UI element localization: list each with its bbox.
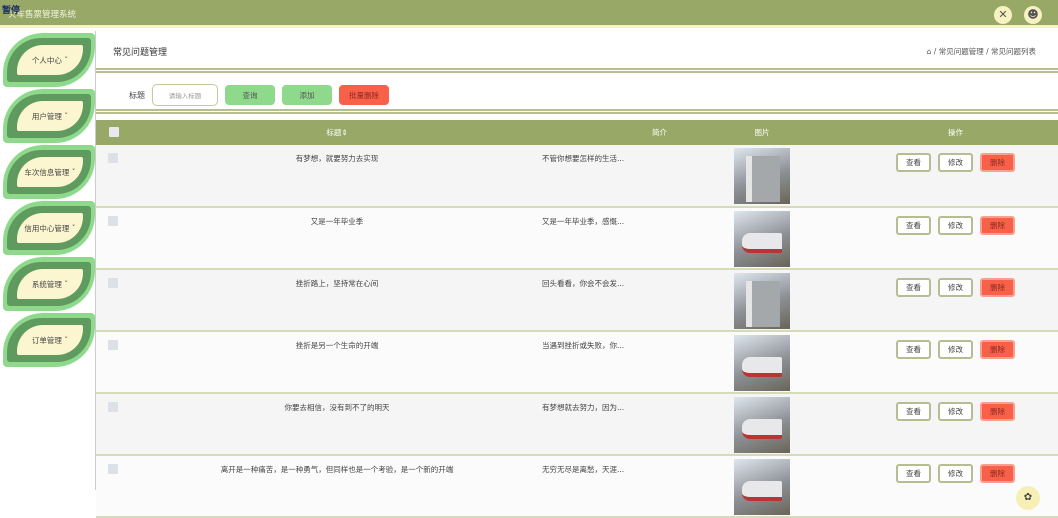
row-checkbox[interactable] [108, 278, 118, 288]
faq-table: 标题⇕ 简介 图片 操作 有梦想，就要努力去实现 不管你想要怎样的生活... 查… [96, 120, 1058, 518]
delete-button[interactable]: 删除 [980, 402, 1015, 421]
row-checkbox[interactable] [108, 402, 118, 412]
column-header-title[interactable]: 标题⇕ [132, 120, 542, 145]
column-header-ops: 操作 [852, 120, 1058, 145]
delete-button[interactable]: 删除 [980, 153, 1015, 172]
title-search-input[interactable]: 请输入标题 [152, 84, 218, 106]
edit-button[interactable]: 修改 [938, 340, 973, 359]
row-checkbox[interactable] [108, 216, 118, 226]
edit-button[interactable]: 修改 [938, 278, 973, 297]
delete-button[interactable]: 删除 [980, 216, 1015, 235]
pause-overlay: 暂停 [2, 6, 21, 16]
query-button[interactable]: 查询 [225, 85, 275, 105]
row-title: 你要去相信，没有到不了的明天 [132, 393, 542, 456]
table-row: 又是一年毕业季 又是一年毕业季，感慨... 查看 修改 删除 [96, 207, 1058, 270]
user-icon[interactable]: ☻ [1024, 6, 1042, 24]
table-row: 挫折是另一个生命的开端 当遇到挫折或失败，你... 查看 修改 删除 [96, 331, 1058, 394]
column-header-image: 图片 [672, 120, 852, 145]
row-intro: 不管你想要怎样的生活... [542, 145, 672, 208]
row-checkbox[interactable] [108, 340, 118, 350]
sidebar-item-train-management[interactable]: 车次信息管理 ˇ [3, 145, 95, 199]
train-image [734, 335, 790, 391]
delete-button[interactable]: 删除 [980, 464, 1015, 483]
select-all-checkbox[interactable] [109, 126, 119, 137]
delete-button[interactable]: 删除 [980, 340, 1015, 359]
view-button[interactable]: 查看 [896, 402, 931, 421]
row-intro: 又是一年毕业季，感慨... [542, 207, 672, 270]
sidebar: 个人中心 ˇ 用户管理 ˇ 车次信息管理 ˇ 信用中心管理 ˇ 系统管理 ˇ 订… [0, 31, 95, 490]
divider [96, 109, 1058, 114]
edit-button[interactable]: 修改 [938, 216, 973, 235]
table-row: 有梦想，就要努力去实现 不管你想要怎样的生活... 查看 修改 删除 [96, 145, 1058, 208]
view-button[interactable]: 查看 [896, 278, 931, 297]
edit-button[interactable]: 修改 [938, 402, 973, 421]
view-button[interactable]: 查看 [896, 340, 931, 359]
column-header-intro: 简介 [542, 120, 672, 145]
sidebar-item-user-management[interactable]: 用户管理 ˇ [3, 89, 95, 143]
train-image [734, 397, 790, 453]
sidebar-item-order-management[interactable]: 订单管理 ˇ [3, 313, 95, 367]
table-row: 挫折路上，坚持常在心间 回头看看，你会不会发... 查看 修改 删除 [96, 269, 1058, 332]
train-image [734, 459, 790, 515]
add-button[interactable]: 添加 [282, 85, 332, 105]
sidebar-item-credit-management[interactable]: 信用中心管理 ˇ [3, 201, 95, 255]
batch-delete-button[interactable]: 批量删除 [339, 85, 389, 105]
row-title: 有梦想，就要努力去实现 [132, 145, 542, 208]
edit-button[interactable]: 修改 [938, 153, 973, 172]
search-bar: 标题 请输入标题 查询 添加 批量删除 [96, 78, 1058, 112]
row-intro: 当遇到挫折或失败，你... [542, 331, 672, 394]
train-image [734, 211, 790, 267]
fullscreen-icon[interactable]: ✕ [994, 6, 1012, 24]
row-intro: 回头看看，你会不会发... [542, 269, 672, 332]
table-row: 你要去相信，没有到不了的明天 有梦想就去努力，因为... 查看 修改 删除 [96, 393, 1058, 456]
row-title: 挫折是另一个生命的开端 [132, 331, 542, 394]
breadcrumb[interactable]: ⌂ / 常见问题管理 / 常见问题列表 [927, 46, 1036, 57]
row-title: 又是一年毕业季 [132, 207, 542, 270]
row-checkbox[interactable] [108, 153, 118, 163]
delete-button[interactable]: 删除 [980, 278, 1015, 297]
view-button[interactable]: 查看 [896, 216, 931, 235]
sidebar-item-personal-center[interactable]: 个人中心 ˇ [3, 33, 95, 87]
view-button[interactable]: 查看 [896, 464, 931, 483]
view-button[interactable]: 查看 [896, 153, 931, 172]
table-row: 离开是一种痛苦，是一种勇气，但同样也是一个考验，是一个新的开端 无穷无尽是离愁，… [96, 455, 1058, 518]
row-title: 离开是一种痛苦，是一种勇气，但同样也是一个考验，是一个新的开端 [132, 455, 542, 518]
row-title: 挫折路上，坚持常在心间 [132, 269, 542, 332]
train-image [734, 273, 790, 329]
page-title: 常见问题管理 [113, 48, 168, 58]
row-checkbox[interactable] [108, 464, 118, 474]
divider [96, 68, 1058, 73]
top-bar: 火车售票管理系统 暂停 ✕ ☻ [0, 0, 1058, 28]
train-image [734, 148, 790, 204]
row-intro: 无穷无尽是离愁，天涯... [542, 455, 672, 518]
edit-button[interactable]: 修改 [938, 464, 973, 483]
sidebar-item-system-management[interactable]: 系统管理 ˇ [3, 257, 95, 311]
title-label: 标题 [129, 90, 145, 100]
row-intro: 有梦想就去努力，因为... [542, 393, 672, 456]
main-content: 常见问题管理 ⌂ / 常见问题管理 / 常见问题列表 标题 请输入标题 查询 添… [95, 31, 1058, 518]
